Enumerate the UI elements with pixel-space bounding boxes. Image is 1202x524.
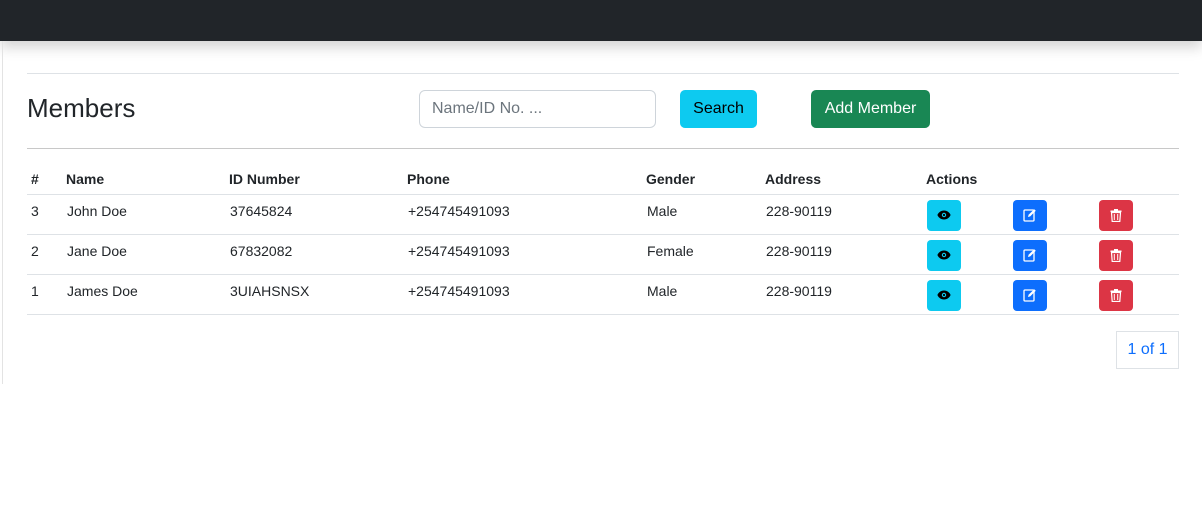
cell-view-action <box>926 234 1012 275</box>
trash-icon <box>1110 248 1122 262</box>
delete-button[interactable] <box>1099 239 1133 271</box>
column-header-gender: Gender <box>646 164 765 195</box>
page-title: Members <box>27 93 136 123</box>
members-table: # Name ID Number Phone Gender Address Ac… <box>27 164 1179 315</box>
column-header-address: Address <box>765 164 926 195</box>
edit-button[interactable] <box>1013 239 1047 271</box>
cell-address: 228-90119 <box>765 194 926 235</box>
eye-icon <box>937 210 951 220</box>
cell-phone: +254745491093 <box>407 274 646 315</box>
table-row: 3 John Doe 37645824 +254745491093 Male 2… <box>27 194 1179 235</box>
edit-icon <box>1023 289 1036 302</box>
cell-edit-action <box>1012 234 1098 275</box>
add-member-button[interactable]: Add Member <box>811 90 930 128</box>
edit-button[interactable] <box>1013 199 1047 231</box>
edit-icon <box>1023 209 1036 222</box>
delete-button[interactable] <box>1099 199 1133 231</box>
cell-address: 228-90119 <box>765 234 926 275</box>
cell-delete-action <box>1098 194 1179 235</box>
cell-address: 228-90119 <box>765 274 926 315</box>
cell-gender: Male <box>646 274 765 315</box>
cell-number: 3 <box>27 194 66 235</box>
cell-name: Jane Doe <box>66 234 229 275</box>
sidebar-divider <box>2 41 3 384</box>
column-header-number: # <box>27 164 66 195</box>
eye-icon <box>937 250 951 260</box>
cell-phone: +254745491093 <box>407 234 646 275</box>
search-button[interactable]: Search <box>680 90 757 128</box>
search-input[interactable] <box>419 90 656 128</box>
header-divider <box>27 148 1179 149</box>
trash-icon <box>1110 208 1122 222</box>
delete-button[interactable] <box>1099 279 1133 311</box>
column-header-blank <box>1012 164 1098 195</box>
column-header-blank <box>1098 164 1179 195</box>
cell-number: 2 <box>27 234 66 275</box>
table-row: 2 Jane Doe 67832082 +254745491093 Female… <box>27 234 1179 275</box>
cell-delete-action <box>1098 234 1179 275</box>
cell-edit-action <box>1012 194 1098 235</box>
edit-button[interactable] <box>1013 279 1047 311</box>
cell-name: John Doe <box>66 194 229 235</box>
cell-name: James Doe <box>66 274 229 315</box>
cell-id-number: 67832082 <box>229 234 407 275</box>
column-header-actions: Actions <box>926 164 1012 195</box>
cell-id-number: 37645824 <box>229 194 407 235</box>
cell-number: 1 <box>27 274 66 315</box>
pagination-indicator[interactable]: 1 of 1 <box>1116 331 1179 369</box>
table-row: 1 James Doe 3UIAHSNSX +254745491093 Male… <box>27 274 1179 315</box>
cell-id-number: 3UIAHSNSX <box>229 274 407 315</box>
view-button[interactable] <box>927 199 961 231</box>
cell-gender: Female <box>646 234 765 275</box>
cell-view-action <box>926 194 1012 235</box>
edit-icon <box>1023 249 1036 262</box>
cell-edit-action <box>1012 274 1098 315</box>
column-header-id-number: ID Number <box>229 164 407 195</box>
column-header-name: Name <box>66 164 229 195</box>
table-header-row: # Name ID Number Phone Gender Address Ac… <box>27 164 1179 195</box>
view-button[interactable] <box>927 279 961 311</box>
cell-delete-action <box>1098 274 1179 315</box>
cell-phone: +254745491093 <box>407 194 646 235</box>
top-divider <box>27 73 1179 74</box>
column-header-phone: Phone <box>407 164 646 195</box>
top-navbar <box>0 0 1202 41</box>
trash-icon <box>1110 288 1122 302</box>
cell-gender: Male <box>646 194 765 235</box>
view-button[interactable] <box>927 239 961 271</box>
eye-icon <box>937 290 951 300</box>
cell-view-action <box>926 274 1012 315</box>
